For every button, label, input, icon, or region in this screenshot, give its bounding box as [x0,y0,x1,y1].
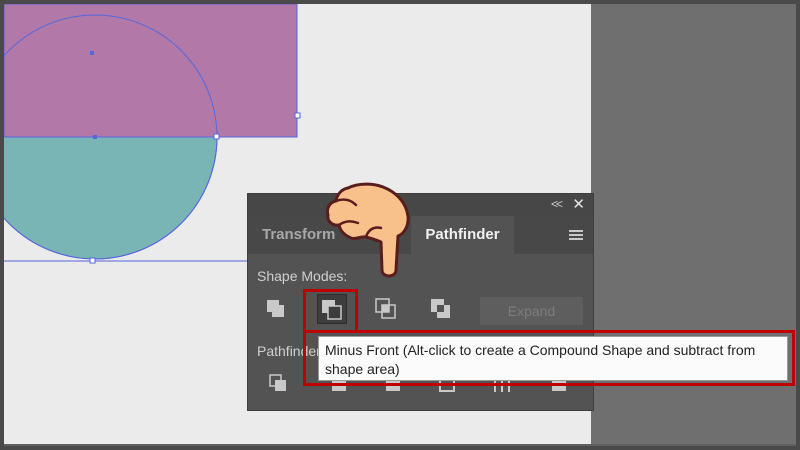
highlight-box-minus-front [303,289,358,333]
circle-shape[interactable] [0,136,218,260]
pointing-hand-icon [326,182,410,278]
selection-handle[interactable] [89,257,96,264]
anchor-point[interactable] [93,135,97,139]
close-icon[interactable]: ✕ [572,195,585,213]
exclude-button[interactable] [427,294,457,324]
exclude-icon [431,299,450,318]
double-chevron-left-icon[interactable]: << [551,197,563,211]
panel-tabbar: Transform Pathfinder [248,216,593,254]
divide-icon [269,374,286,391]
unite-icon [267,300,284,317]
panel-titlebar[interactable]: << ✕ [248,194,593,216]
selection-handle[interactable] [213,133,220,140]
minus-front-tooltip: Minus Front (Alt-click to create a Compo… [318,336,788,381]
intersect-icon [375,298,396,319]
unite-button[interactable] [262,294,292,324]
divide-button[interactable] [266,372,292,394]
intersect-button[interactable] [372,294,402,324]
hamburger-menu-icon[interactable] [569,230,583,240]
selection-handle[interactable] [294,112,301,119]
tab-pathfinder[interactable]: Pathfinder [411,216,514,254]
anchor-point[interactable] [90,51,94,55]
expand-button[interactable]: Expand [480,297,583,325]
